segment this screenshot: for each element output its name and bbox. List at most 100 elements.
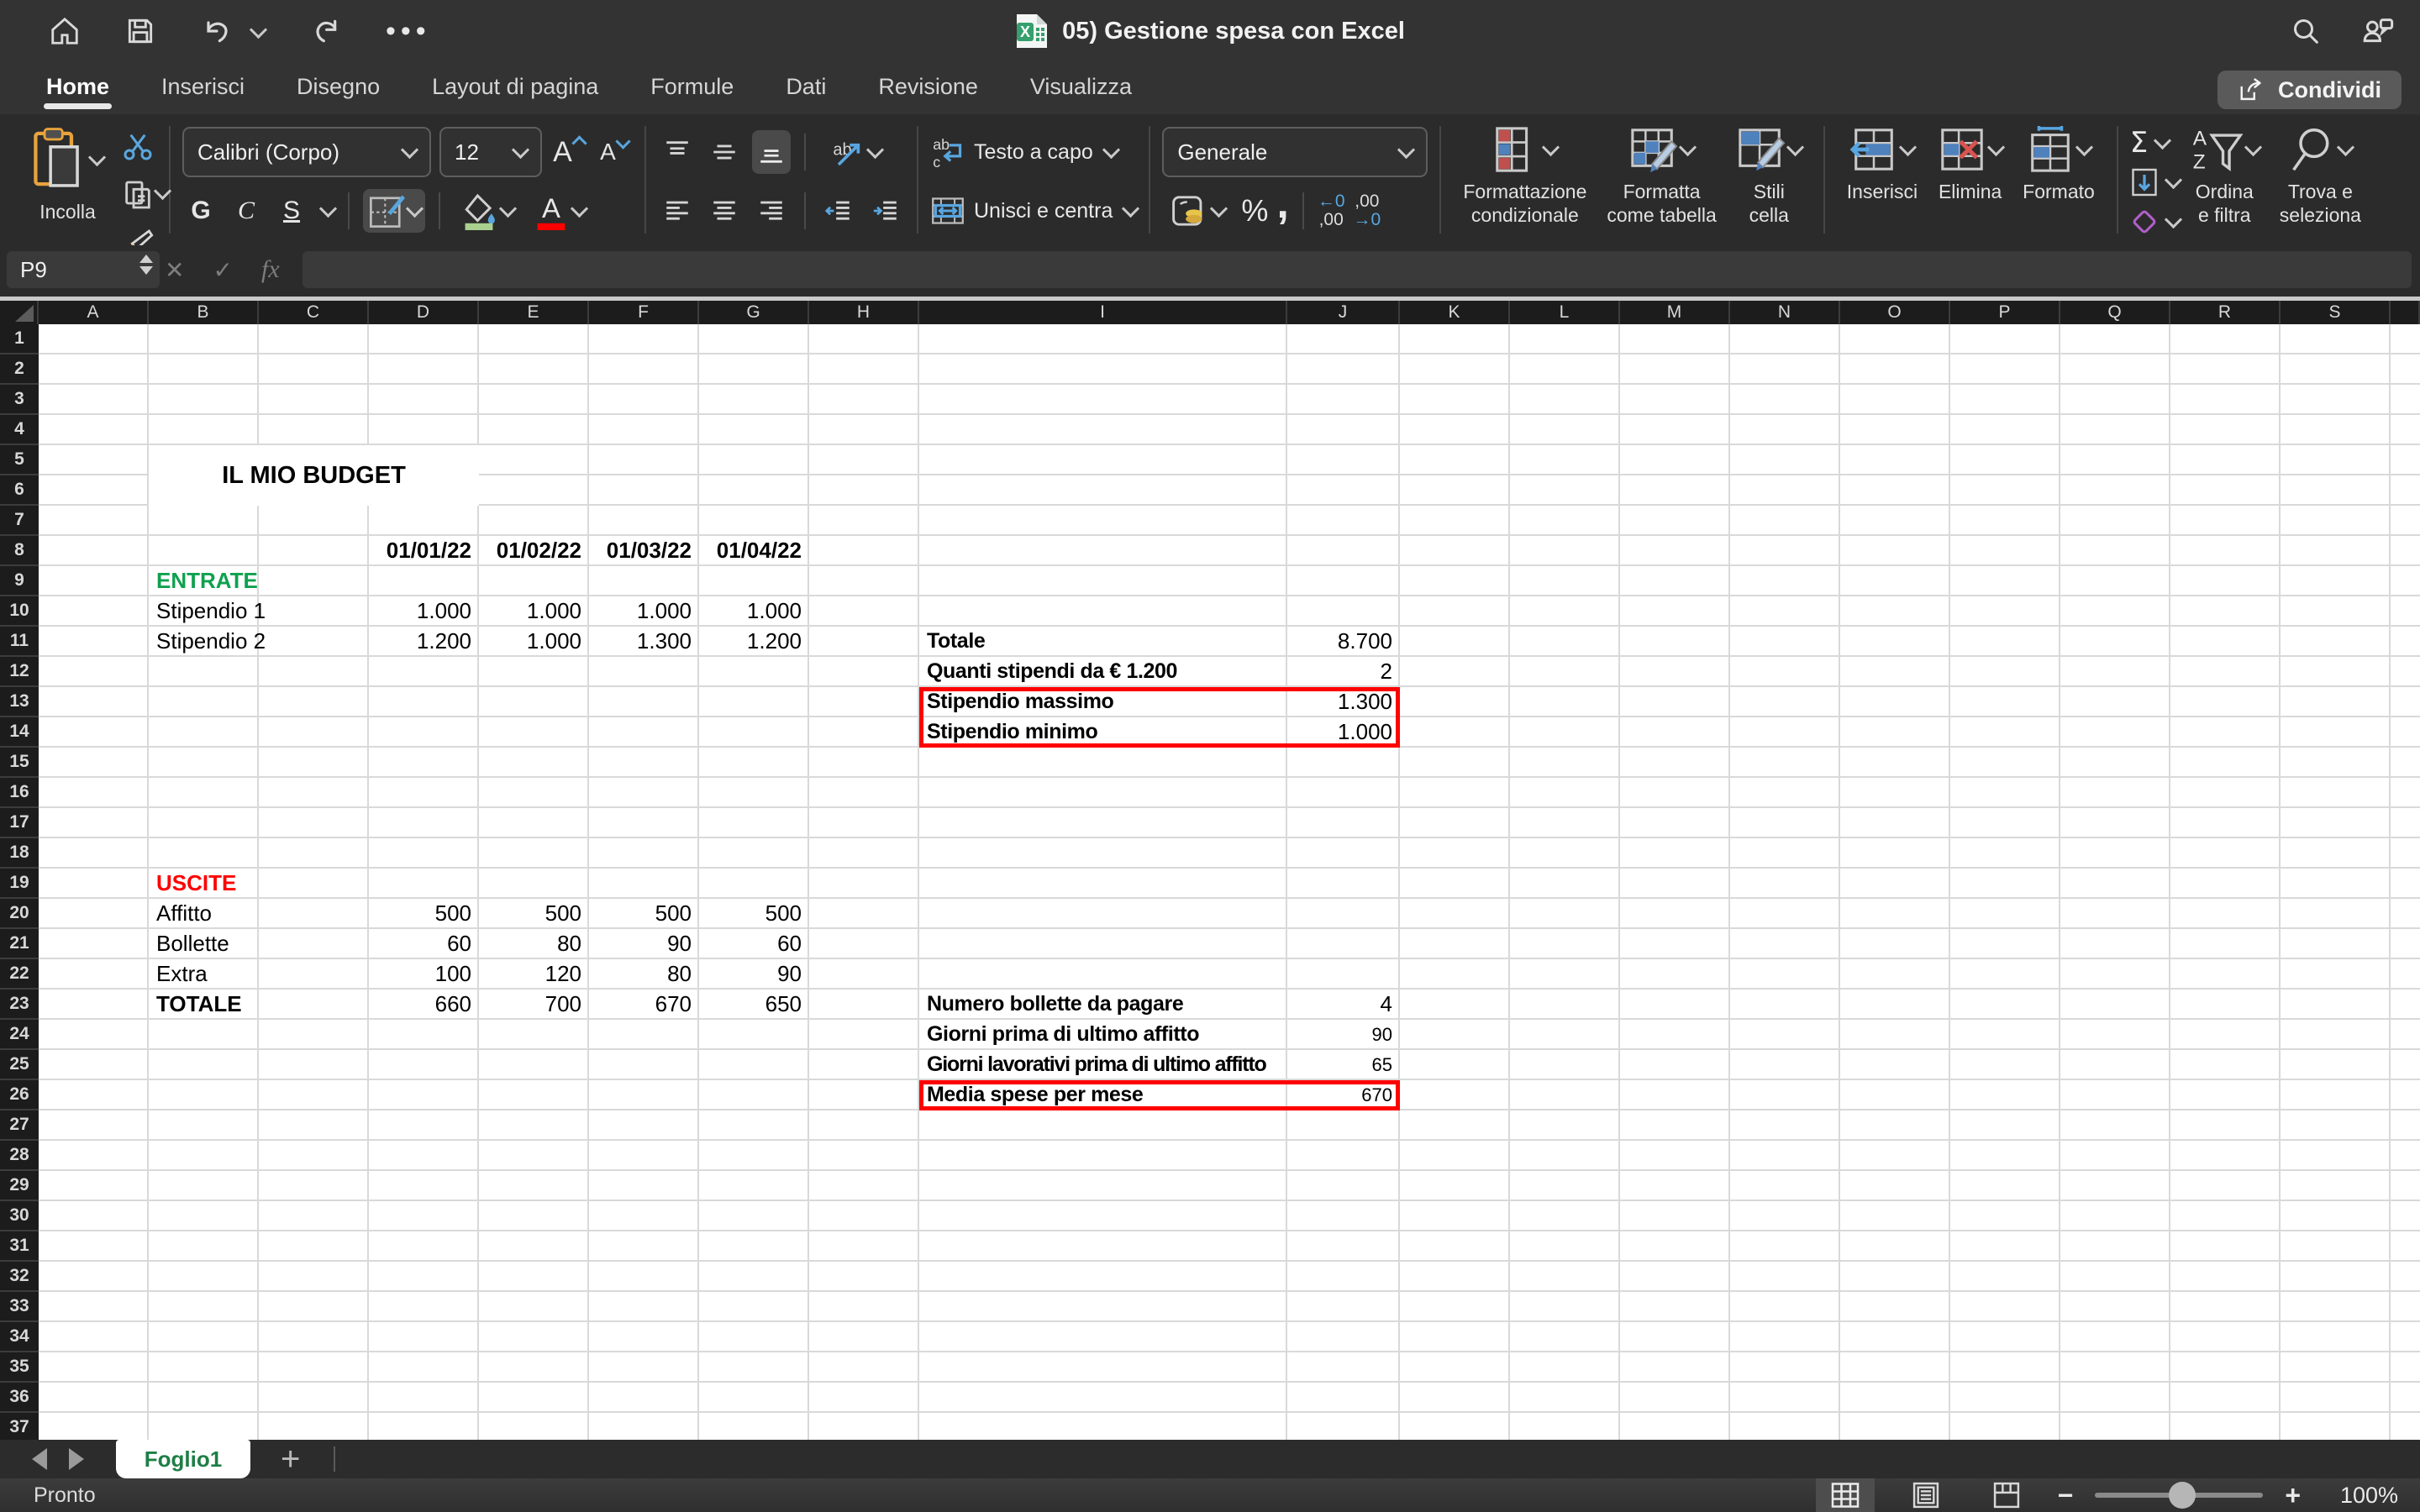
cell-D21[interactable]: 60 [369, 929, 479, 959]
cell-F21[interactable]: 90 [589, 929, 699, 959]
row-header-18[interactable]: 18 [0, 838, 39, 869]
cell-I13[interactable]: Stipendio massimo [919, 687, 1287, 717]
row-header-29[interactable]: 29 [0, 1171, 39, 1201]
cell-B11[interactable]: Stipendio 2 [149, 627, 259, 657]
row-header-30[interactable]: 30 [0, 1201, 39, 1231]
bold-button[interactable]: G [182, 197, 219, 225]
underline-button[interactable]: S [273, 197, 310, 225]
borders-button[interactable] [363, 189, 425, 233]
column-header-N[interactable]: N [1730, 301, 1840, 324]
confirm-entry-icon[interactable]: ✓ [213, 256, 232, 284]
insert-cells-button[interactable]: Inserisci [1837, 123, 1928, 245]
name-box[interactable]: P9 [7, 251, 160, 288]
column-header-A[interactable]: A [39, 301, 149, 324]
fill-color-button[interactable] [454, 189, 519, 233]
row-header-7[interactable]: 7 [0, 506, 39, 536]
grow-font-button[interactable]: A [550, 136, 587, 169]
increase-indent-button[interactable] [866, 189, 905, 233]
merge-center-button[interactable]: Unisci e centra [930, 181, 1137, 240]
cell-F10[interactable]: 1.000 [589, 596, 699, 627]
sheet-tab-foglio1[interactable]: Foglio1 [116, 1440, 250, 1478]
fill-button[interactable] [2130, 164, 2180, 201]
tab-dati[interactable]: Dati [760, 62, 852, 114]
cell-E8[interactable]: 01/02/22 [479, 536, 589, 566]
row-header-9[interactable]: 9 [0, 566, 39, 596]
cell-F8[interactable]: 01/03/22 [589, 536, 699, 566]
cell-J13[interactable]: 1.300 [1287, 687, 1400, 717]
select-all-corner[interactable] [0, 301, 39, 324]
row-header-17[interactable]: 17 [0, 808, 39, 838]
column-header-O[interactable]: O [1840, 301, 1950, 324]
row-header-2[interactable]: 2 [0, 354, 39, 385]
cell-F23[interactable]: 670 [589, 990, 699, 1020]
cell-D20[interactable]: 500 [369, 899, 479, 929]
align-center-button[interactable] [705, 189, 744, 233]
cell-J14[interactable]: 1.000 [1287, 717, 1400, 748]
comma-style-button[interactable]: , [1276, 195, 1288, 212]
orientation-button[interactable]: ab [819, 130, 890, 174]
column-header-L[interactable]: L [1510, 301, 1620, 324]
people-chat-icon[interactable] [2360, 14, 2396, 48]
find-select-button[interactable]: Trova eseleziona [2270, 123, 2371, 245]
row-header-33[interactable]: 33 [0, 1292, 39, 1322]
row-header-27[interactable]: 27 [0, 1110, 39, 1141]
cell-E22[interactable]: 120 [479, 959, 589, 990]
cell-E10[interactable]: 1.000 [479, 596, 589, 627]
row-header-8[interactable]: 8 [0, 536, 39, 566]
page-layout-view-button[interactable] [1897, 1478, 1955, 1512]
cell-E20[interactable]: 500 [479, 899, 589, 929]
more-icon[interactable]: ••• [386, 23, 431, 39]
paste-button[interactable]: Incolla [22, 123, 113, 223]
cell-F22[interactable]: 80 [589, 959, 699, 990]
cell-G23[interactable]: 650 [699, 990, 809, 1020]
cell-E11[interactable]: 1.000 [479, 627, 589, 657]
row-header-32[interactable]: 32 [0, 1262, 39, 1292]
percent-style-button[interactable]: % [1241, 193, 1268, 228]
cell-J11[interactable]: 8.700 [1287, 627, 1400, 657]
row-header-21[interactable]: 21 [0, 929, 39, 959]
search-icon[interactable] [2289, 14, 2323, 48]
cell-G10[interactable]: 1.000 [699, 596, 809, 627]
row-header-6[interactable]: 6 [0, 475, 39, 506]
row-header-34[interactable]: 34 [0, 1322, 39, 1352]
tab-home[interactable]: Home [20, 62, 135, 114]
tab-revisione[interactable]: Revisione [852, 62, 1004, 114]
copy-button[interactable] [118, 173, 157, 217]
italic-button[interactable]: C [228, 197, 265, 225]
column-header-G[interactable]: G [699, 301, 809, 324]
format-cells-button[interactable]: Formato [2012, 123, 2105, 245]
font-color-button[interactable]: A [528, 189, 590, 233]
row-header-4[interactable]: 4 [0, 415, 39, 445]
row-header-1[interactable]: 1 [0, 324, 39, 354]
cells-area[interactable]: IL MIO BUDGET01/01/2201/02/2201/03/2201/… [39, 324, 2420, 1440]
row-header-25[interactable]: 25 [0, 1050, 39, 1080]
cell-F11[interactable]: 1.300 [589, 627, 699, 657]
cell-G8[interactable]: 01/04/22 [699, 536, 809, 566]
column-header-E[interactable]: E [479, 301, 589, 324]
column-header-F[interactable]: F [589, 301, 699, 324]
sheet-nav-left-icon[interactable] [32, 1448, 47, 1470]
tab-disegno[interactable]: Disegno [271, 62, 406, 114]
sheet-nav-right-icon[interactable] [69, 1448, 84, 1470]
cell-B9[interactable]: ENTRATE [149, 566, 259, 596]
number-format-select[interactable]: Generale [1162, 127, 1428, 177]
cell-D8[interactable]: 01/01/22 [369, 536, 479, 566]
wrap-text-button[interactable]: abc Testo a capo [930, 123, 1137, 181]
clear-button[interactable] [2130, 203, 2180, 240]
row-header-28[interactable]: 28 [0, 1141, 39, 1171]
name-box-stepper[interactable] [139, 255, 153, 275]
cell-B21[interactable]: Bollette [149, 929, 259, 959]
column-header-R[interactable]: R [2170, 301, 2281, 324]
row-header-12[interactable]: 12 [0, 657, 39, 687]
zoom-slider[interactable] [2095, 1493, 2263, 1498]
row-header-16[interactable]: 16 [0, 778, 39, 808]
column-header-Q[interactable]: Q [2060, 301, 2170, 324]
cell-B22[interactable]: Extra [149, 959, 259, 990]
cell-G11[interactable]: 1.200 [699, 627, 809, 657]
column-header-J[interactable]: J [1287, 301, 1400, 324]
tab-visualizza[interactable]: Visualizza [1004, 62, 1158, 114]
column-header-C[interactable]: C [259, 301, 369, 324]
save-icon[interactable] [124, 15, 156, 47]
align-middle-button[interactable] [705, 130, 744, 174]
row-header-3[interactable]: 3 [0, 385, 39, 415]
